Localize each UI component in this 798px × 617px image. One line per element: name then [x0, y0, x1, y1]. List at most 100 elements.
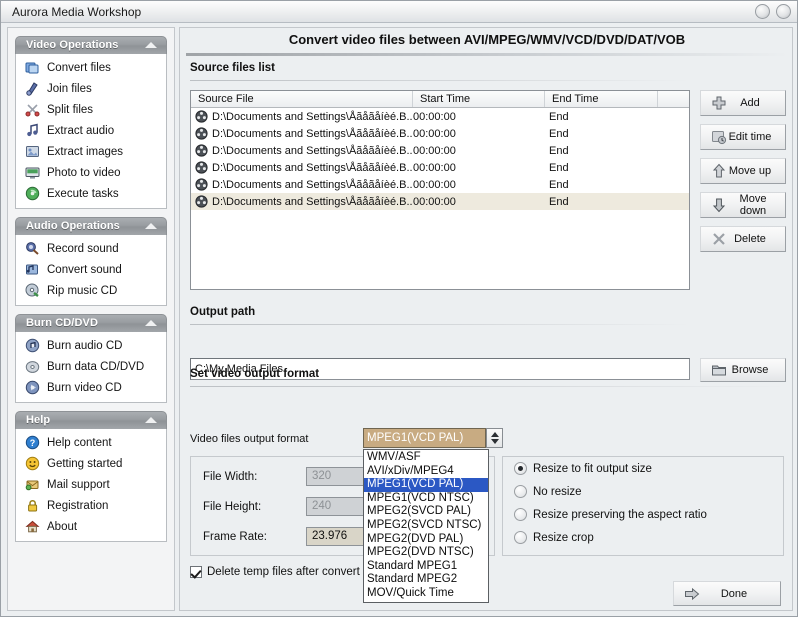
chevron-up-icon[interactable]: [145, 320, 157, 326]
video-format-spinner[interactable]: [486, 428, 503, 448]
folder-icon: [711, 362, 727, 378]
sidebar-item-label: About: [47, 520, 78, 533]
radio-preserve-aspect-ratio[interactable]: [514, 508, 527, 521]
clock-icon: [711, 129, 727, 145]
output-path-section-label: Output path: [190, 306, 256, 318]
chevron-down-icon[interactable]: [490, 439, 499, 444]
sidebar-item-burn-video-cd[interactable]: Burn video CD: [16, 377, 166, 398]
panel-header-help[interactable]: Help: [15, 411, 167, 429]
chevron-up-icon[interactable]: [145, 417, 157, 423]
cell-source-file: D:\Documents and Settings\Åãåãåíèé.B...: [191, 110, 413, 123]
panel-header-audio-operations[interactable]: Audio Operations: [15, 217, 167, 235]
dropdown-option[interactable]: AVI/xDiv/MPEG4: [364, 465, 488, 479]
mail-icon: [25, 477, 40, 492]
column-header-end-time[interactable]: End Time: [545, 91, 658, 107]
sidebar-item-getting-started[interactable]: Getting started: [16, 453, 166, 474]
radio-row-resize-to-fit[interactable]: Resize to fit output size: [503, 457, 783, 480]
dropdown-option[interactable]: MPEG1(VCD NTSC): [364, 492, 488, 506]
image-icon: [25, 144, 40, 159]
sidebar-item-label: Convert sound: [47, 263, 122, 276]
sidebar-item-help-content[interactable]: ? Help content: [16, 432, 166, 453]
title-divider: [186, 53, 788, 56]
edit-time-button[interactable]: Edit time: [700, 124, 786, 150]
cell-start-time: 00:00:00: [413, 144, 456, 157]
join-files-icon: [25, 81, 40, 96]
dropdown-option-selected[interactable]: MPEG1(VCD PAL): [364, 478, 488, 492]
table-row[interactable]: D:\Documents and Settings\Åãåãåíèé.B... …: [191, 125, 689, 142]
resize-options-group: Resize to fit output size No resize Resi…: [502, 456, 784, 556]
dropdown-option[interactable]: MPEG2(DVD NTSC): [364, 546, 488, 560]
sidebar-item-extract-images[interactable]: Extract images: [16, 141, 166, 162]
dropdown-option[interactable]: Standard MPEG2: [364, 573, 488, 587]
sidebar-item-split-files[interactable]: Split files: [16, 99, 166, 120]
video-format-combobox[interactable]: MPEG1(VCD PAL): [363, 428, 486, 448]
radio-no-resize[interactable]: [514, 485, 527, 498]
chevron-up-icon[interactable]: [490, 432, 499, 437]
minimize-button[interactable]: [755, 4, 770, 19]
done-button[interactable]: Done: [673, 581, 781, 606]
sidebar-item-label: Join files: [47, 82, 92, 95]
table-row[interactable]: D:\Documents and Settings\Åãåãåíèé.B... …: [191, 159, 689, 176]
table-row[interactable]: D:\Documents and Settings\Åãåãåíèé.B... …: [191, 193, 689, 210]
radio-row-no-resize[interactable]: No resize: [503, 480, 783, 503]
add-button[interactable]: Add: [700, 90, 786, 116]
sidebar-item-label: Extract audio: [47, 124, 115, 137]
sidebar-item-convert-files[interactable]: Convert files: [16, 57, 166, 78]
panel-header-burn-cd-dvd[interactable]: Burn CD/DVD: [15, 314, 167, 332]
video-format-selected-value: MPEG1(VCD PAL): [367, 432, 464, 444]
radio-resize-to-fit[interactable]: [514, 462, 527, 475]
sidebar-item-record-sound[interactable]: Record sound: [16, 238, 166, 259]
sidebar-item-burn-audio-cd[interactable]: Burn audio CD: [16, 335, 166, 356]
table-row[interactable]: D:\Documents and Settings\Åãåãåíèé.B... …: [191, 108, 689, 125]
panel-title: Audio Operations: [26, 220, 120, 232]
browse-button[interactable]: Browse: [700, 358, 786, 382]
move-down-button[interactable]: Move down: [700, 192, 786, 218]
delete-button[interactable]: Delete: [700, 226, 786, 252]
panel-header-video-operations[interactable]: Video Operations: [15, 36, 167, 54]
dropdown-option[interactable]: MPEG2(DVD PAL): [364, 533, 488, 547]
sidebar-item-extract-audio[interactable]: Extract audio: [16, 120, 166, 141]
cell-end-time: End: [549, 161, 569, 174]
radio-row-preserve-aspect[interactable]: Resize preserving the aspect ratio: [503, 503, 783, 526]
video-format-dropdown-list[interactable]: WMV/ASF AVI/xDiv/MPEG4 MPEG1(VCD PAL) MP…: [363, 449, 489, 603]
video-format-divider: [190, 386, 786, 387]
sidebar-item-registration[interactable]: Registration: [16, 495, 166, 516]
chevron-up-icon[interactable]: [145, 42, 157, 48]
plus-icon: [711, 95, 727, 111]
dropdown-option[interactable]: MPEG2(SVCD NTSC): [364, 519, 488, 533]
sidebar-item-mail-support[interactable]: Mail support: [16, 474, 166, 495]
table-row[interactable]: D:\Documents and Settings\Åãåãåíèé.B... …: [191, 142, 689, 159]
table-row[interactable]: D:\Documents and Settings\Åãåãåíèé.B... …: [191, 176, 689, 193]
column-header-source-file[interactable]: Source File: [191, 91, 413, 107]
cell-start-time: 00:00:00: [413, 195, 456, 208]
radio-resize-crop[interactable]: [514, 531, 527, 544]
sidebar-item-rip-music-cd[interactable]: Rip music CD: [16, 280, 166, 301]
maximize-button[interactable]: [776, 4, 791, 19]
move-up-button[interactable]: Move up: [700, 158, 786, 184]
cell-source-file: D:\Documents and Settings\Åãåãåíèé.B...: [191, 195, 413, 208]
dropdown-option[interactable]: Standard MPEG1: [364, 560, 488, 574]
chevron-up-icon[interactable]: [145, 223, 157, 229]
column-header-extra[interactable]: [658, 91, 689, 107]
sidebar-item-convert-sound[interactable]: Convert sound: [16, 259, 166, 280]
sidebar-item-burn-data-cd-dvd[interactable]: Burn data CD/DVD: [16, 356, 166, 377]
delete-temp-files-checkbox[interactable]: [190, 566, 202, 578]
sidebar-item-about[interactable]: About: [16, 516, 166, 537]
source-files-table[interactable]: Source File Start Time End Time D:\Docum…: [190, 90, 690, 290]
delete-temp-files-checkbox-row[interactable]: Delete temp files after convert: [190, 566, 360, 578]
dropdown-option[interactable]: MPEG2(SVCD PAL): [364, 505, 488, 519]
question-mark-icon: ?: [25, 435, 40, 450]
panel-title: Video Operations: [26, 39, 119, 51]
panel-body-burn-cd-dvd: Burn audio CD Burn data CD/DVD Burn vide…: [15, 332, 167, 403]
sidebar-item-execute-tasks[interactable]: Execute tasks: [16, 183, 166, 204]
sidebar-item-photo-to-video[interactable]: Photo to video: [16, 162, 166, 183]
radio-row-resize-crop[interactable]: Resize crop: [503, 526, 783, 549]
panel-body-video-operations: Convert files Join files Split files Ext…: [15, 54, 167, 209]
panel-audio-operations: Audio Operations Record sound Convert so…: [15, 217, 167, 306]
sidebar-item-label: Rip music CD: [47, 284, 118, 297]
cell-start-time: 00:00:00: [413, 161, 456, 174]
dropdown-option[interactable]: WMV/ASF: [364, 451, 488, 465]
sidebar-item-join-files[interactable]: Join files: [16, 78, 166, 99]
column-header-start-time[interactable]: Start Time: [413, 91, 545, 107]
dropdown-option[interactable]: MOV/Quick Time: [364, 587, 488, 601]
